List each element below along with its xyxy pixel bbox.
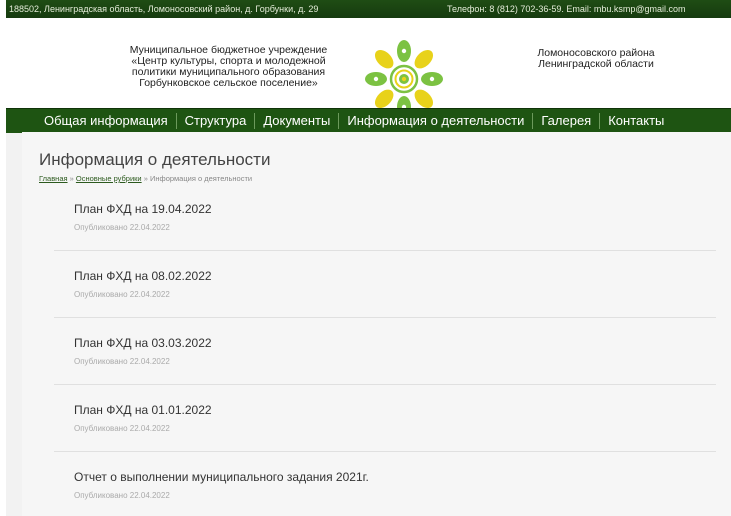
nav-item-documents[interactable]: Документы (255, 109, 338, 133)
post-item: План ФХД на 01.01.2022 Опубликовано 22.0… (54, 385, 716, 452)
logo-center (389, 64, 419, 94)
nav-item-contacts[interactable]: Контакты (600, 109, 672, 133)
post-item: Отчет о выполнении муниципального задани… (54, 452, 716, 516)
post-date: Опубликовано 22.04.2022 (74, 290, 170, 299)
nav-item-gallery[interactable]: Галерея (533, 109, 599, 133)
post-date: Опубликовано 22.04.2022 (74, 424, 170, 433)
post-item: План ФХД на 08.02.2022 Опубликовано 22.0… (54, 251, 716, 318)
main-navigation: Общая информация Структура Документы Инф… (6, 108, 731, 133)
site-header: Муниципальное бюджетное учреждение «Цент… (6, 18, 731, 118)
post-date: Опубликовано 22.04.2022 (74, 223, 170, 232)
contact-text: Телефон: 8 (812) 702-36-59. Email: mbu.k… (447, 4, 686, 14)
post-title-link[interactable]: Отчет о выполнении муниципального задани… (74, 470, 369, 484)
breadcrumb-section-link[interactable]: Основные рубрики (76, 174, 142, 183)
post-date: Опубликовано 22.04.2022 (74, 491, 170, 500)
top-info-bar: 188502, Ленинградская область, Ломоносов… (6, 0, 731, 18)
region-name: Ломоносовского района Ленинградской обла… (511, 48, 681, 70)
breadcrumb: Главная » Основные рубрики » Информация … (39, 174, 252, 183)
address-text: 188502, Ленинградская область, Ломоносов… (9, 4, 319, 14)
post-list: План ФХД на 19.04.2022 Опубликовано 22.0… (54, 184, 716, 516)
organization-name: Муниципальное бюджетное учреждение «Цент… (106, 45, 351, 89)
post-date: Опубликовано 22.04.2022 (74, 357, 170, 366)
nav-item-activity-info[interactable]: Информация о деятельности (339, 109, 532, 133)
page-title: Информация о деятельности (39, 150, 271, 169)
org-line: Горбунковское сельское поселение» (139, 77, 318, 89)
breadcrumb-separator: » (143, 174, 148, 183)
post-title-link[interactable]: План ФХД на 01.01.2022 (74, 403, 212, 417)
post-title-link[interactable]: План ФХД на 03.03.2022 (74, 336, 212, 350)
post-title-link[interactable]: План ФХД на 19.04.2022 (74, 202, 212, 216)
site-frame: 188502, Ленинградская область, Ломоносов… (6, 0, 731, 516)
breadcrumb-home-link[interactable]: Главная (39, 174, 68, 183)
post-item: План ФХД на 19.04.2022 Опубликовано 22.0… (54, 184, 716, 251)
region-line: Ленинградской области (538, 58, 654, 70)
nav-item-general-info[interactable]: Общая информация (6, 109, 176, 133)
breadcrumb-separator: » (69, 174, 74, 183)
post-title-link[interactable]: План ФХД на 08.02.2022 (74, 269, 212, 283)
main-content: Информация о деятельности Главная » Осно… (22, 132, 731, 516)
breadcrumb-current: Информация о деятельности (149, 174, 253, 183)
nav-item-structure[interactable]: Структура (177, 109, 255, 133)
post-item: План ФХД на 03.03.2022 Опубликовано 22.0… (54, 318, 716, 385)
